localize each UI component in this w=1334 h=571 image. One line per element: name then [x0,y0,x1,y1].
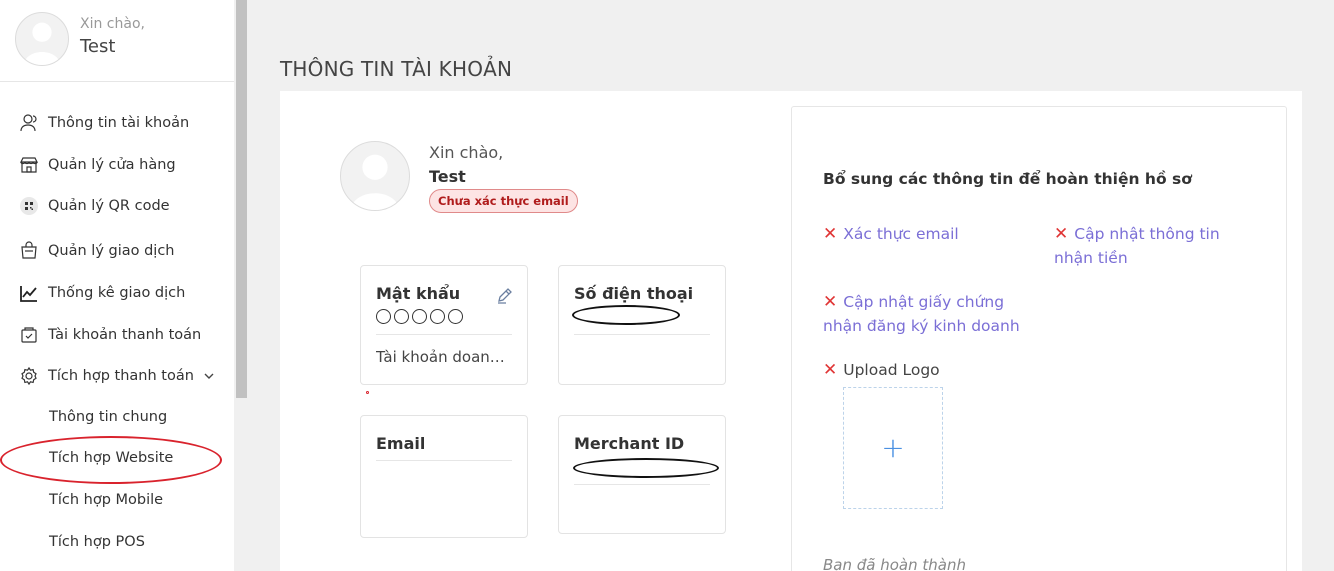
email-label: Email [376,434,426,453]
password-label: Mật khẩu [376,284,461,303]
close-icon: ✕ [823,292,838,312]
sidebar-greeting: Xin chào, [80,16,145,32]
sidebar-item-label: Quản lý cửa hàng [48,157,176,173]
sidebar-item-statistics[interactable]: Thống kê giao dịch [18,281,185,305]
wallet-icon [18,324,40,346]
sidebar-username: Test [80,36,116,57]
task-label: Upload Logo [843,361,940,379]
plus-icon: + [881,431,905,464]
sidebar-item-label: Tài khoản thanh toán [48,327,202,343]
sidebar: Xin chào, Test Thông tin tài khoản Quản … [0,0,234,571]
profile-avatar [340,141,410,211]
task-label: Cập nhật giấy chứng nhận đăng ký kinh do… [823,293,1020,335]
chart-line-icon [18,282,40,304]
password-card: Mật khẩu Tài khoản doanh nghiệp [360,265,528,385]
task-update-license[interactable]: ✕ Cập nhật giấy chứng nhận đăng ký kinh d… [823,290,1043,338]
status-badge: Chưa xác thực email [429,189,578,213]
divider [376,334,512,335]
task-label: Xác thực email [843,225,959,243]
sidebar-item-transactions[interactable]: Quản lý giao dịch [18,239,175,263]
store-icon [18,154,40,176]
user-icon [18,112,40,134]
email-card: Email [360,415,528,538]
divider [574,484,710,485]
profile-completion-panel: Bổ sung các thông tin để hoàn thiện hồ s… [791,106,1287,571]
sidebar-item-label: Tích hợp thanh toán [48,368,194,384]
sidebar-item-label: Thống kê giao dịch [48,285,186,301]
submenu-general-info[interactable]: Thông tin chung [49,409,167,425]
logo-upload-box[interactable]: + [843,387,943,509]
close-icon: ✕ [1054,224,1069,244]
profile-greeting: Xin chào, [429,143,504,162]
edit-icon[interactable] [495,286,515,306]
sidebar-item-account-info[interactable]: Thông tin tài khoản [18,111,189,135]
chevron-down-icon[interactable] [202,369,216,383]
sidebar-item-qr[interactable]: Quản lý QR code [18,194,170,218]
sidebar-item-store[interactable]: Quản lý cửa hàng [18,153,176,177]
sidebar-item-label: Quản lý QR code [48,198,170,214]
task-verify-email[interactable]: ✕ Xác thực email [823,222,1043,246]
phone-card: Số điện thoại [558,265,726,385]
password-mask [376,309,463,324]
avatar [15,12,69,66]
redaction-mark [573,458,719,478]
task-label: Cập nhật thông tin nhận tiền [1054,225,1220,267]
account-info-card: Xin chào, Test Chưa xác thực email Mật k… [280,91,1302,571]
close-icon: ✕ [823,360,838,380]
account-type: Tài khoản doanh nghiệp [376,348,511,366]
completion-title: Bổ sung các thông tin để hoàn thiện hồ s… [823,170,1192,188]
sidebar-item-label: Thông tin tài khoản [48,115,190,131]
merchant-card: Merchant ID [558,415,726,534]
redaction-mark [572,305,680,325]
profile-name: Test [429,167,466,186]
divider [376,460,512,461]
phone-label: Số điện thoại [574,284,694,303]
sidebar-user-header: Xin chào, Test [0,0,234,82]
divider [574,334,710,335]
task-upload-logo: ✕ Upload Logo [823,358,1043,382]
submenu-pos-integration[interactable]: Tích hợp POS [49,534,145,550]
sidebar-scrollbar[interactable] [234,0,249,571]
task-update-receive-info[interactable]: ✕ Cập nhật thông tin nhận tiền [1054,222,1254,270]
submenu-website-integration[interactable]: Tích hợp Website [49,450,173,466]
sidebar-item-label: Quản lý giao dịch [48,243,175,259]
merchant-label: Merchant ID [574,434,685,453]
page-title: THÔNG TIN TÀI KHOẢN [280,57,513,81]
close-icon: ✕ [823,224,838,244]
cart-icon [18,240,40,262]
annotation-dot [366,391,369,394]
sidebar-item-payment-integration[interactable]: Tích hợp thanh toán [18,364,194,388]
submenu-mobile-integration[interactable]: Tích hợp Mobile [49,492,163,508]
completion-footer: Bạn đã hoàn thành [823,556,966,571]
scrollbar-thumb[interactable] [236,0,247,398]
gear-icon [18,365,40,387]
qr-code-icon [18,195,40,217]
sidebar-item-payment-account[interactable]: Tài khoản thanh toán [18,323,201,347]
